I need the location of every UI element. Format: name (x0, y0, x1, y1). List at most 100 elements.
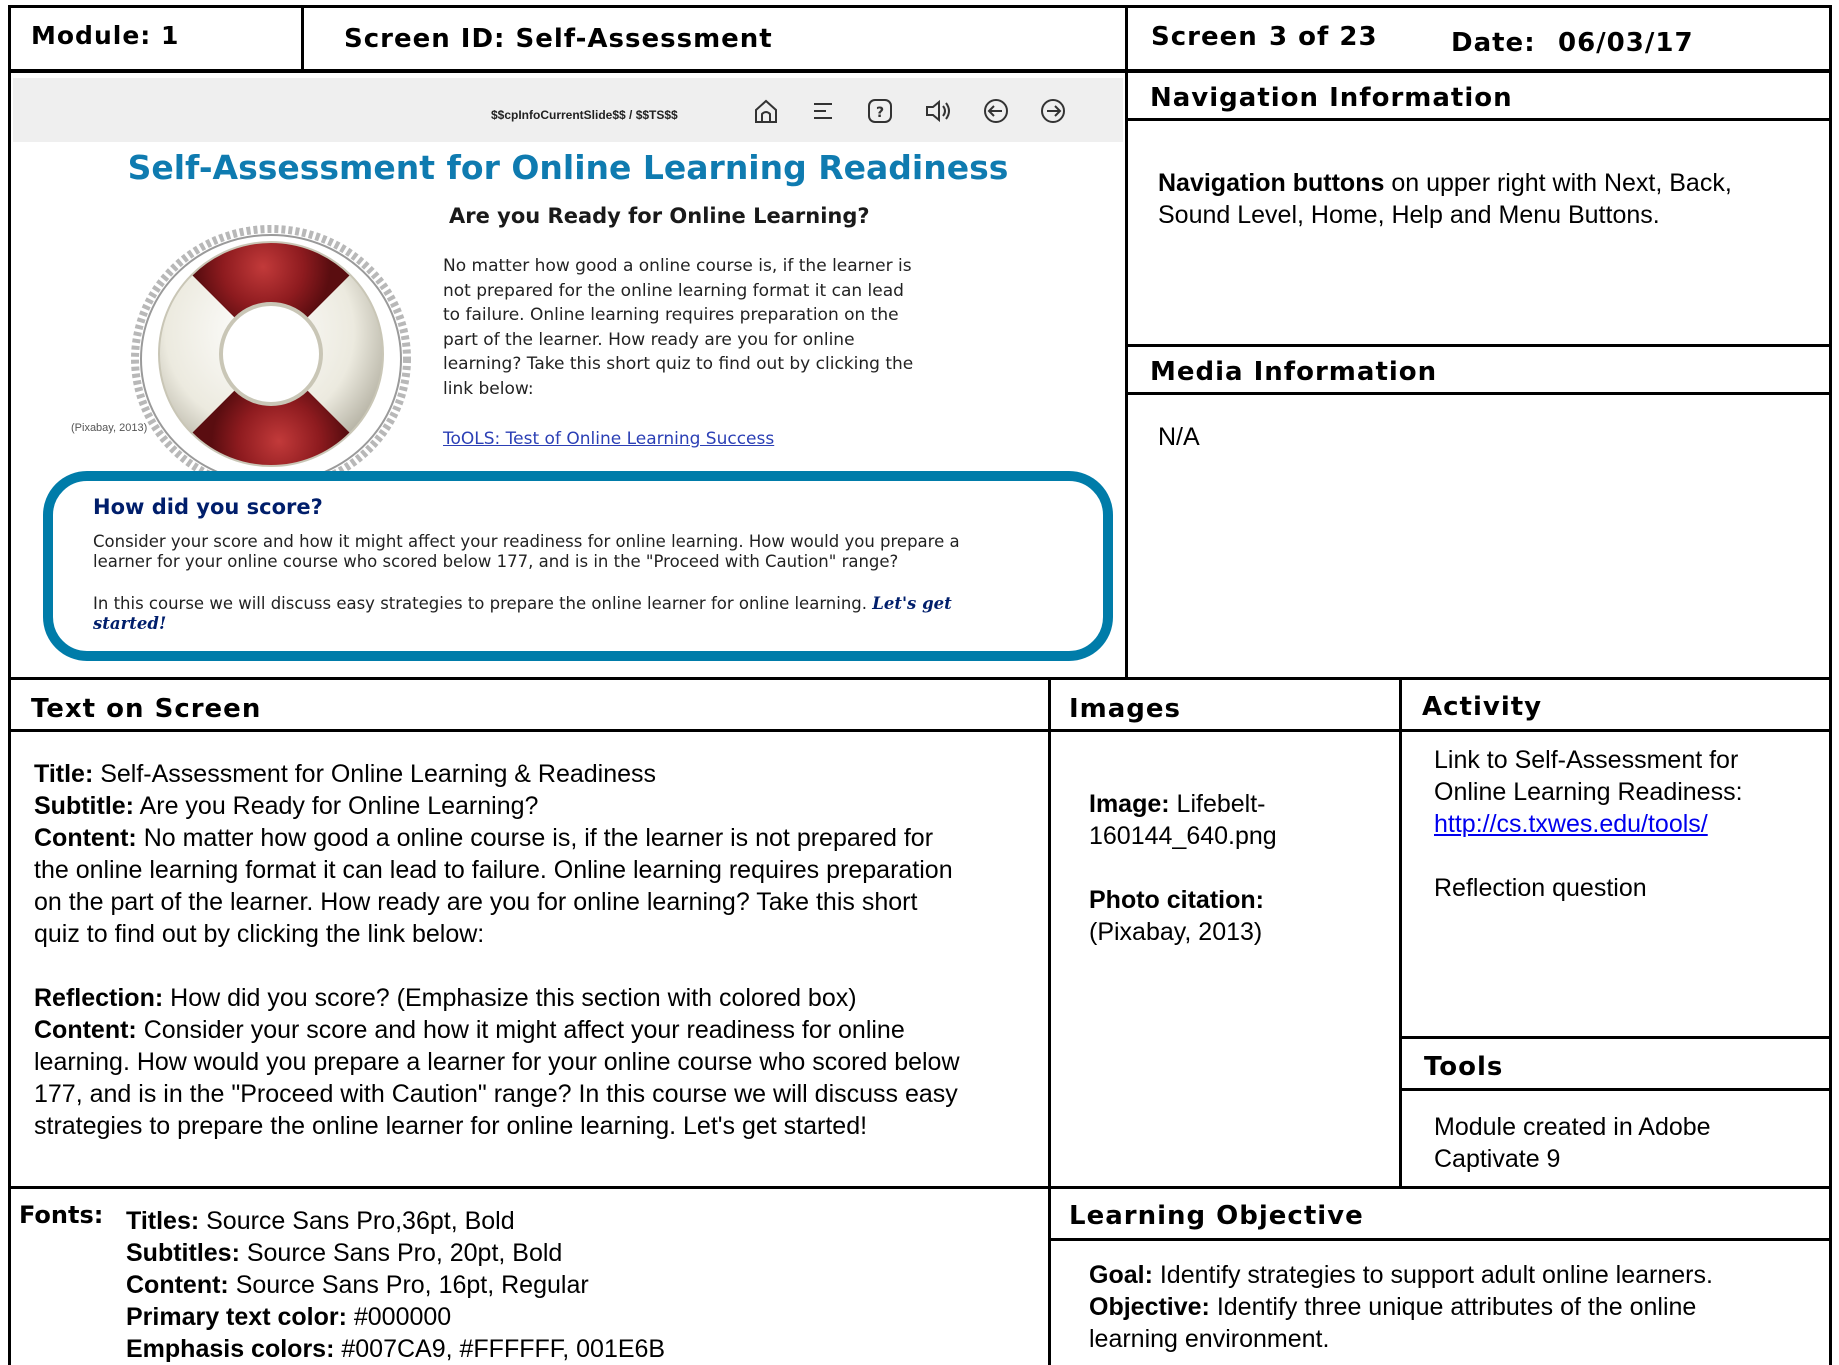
images-content: Image: Lifebelt- 160144_640.png Photo ci… (1089, 788, 1389, 948)
lifebelt-image (131, 225, 411, 493)
photo-citation-value: (Pixabay, 2013) (1089, 918, 1263, 946)
slide-subtitle: Are you Ready for Online Learning? (449, 204, 870, 228)
goal-value: Identify strategies to support adult onl… (1152, 1261, 1713, 1289)
tos-content2-line: learning. How would you prepare a learne… (34, 1048, 960, 1076)
fonts-cell: Fonts: Titles: Source Sans Pro,36pt, Bol… (8, 1186, 1051, 1365)
slide-counter: $$cpInfoCurrentSlide$$ / $$TS$$ (491, 108, 678, 122)
navigation-body-cell: Navigation buttons on upper right with N… (1125, 118, 1832, 354)
font-row-label: Emphasis colors: (126, 1335, 335, 1363)
tos-content-line: quiz to find out by clicking the link be… (34, 920, 485, 948)
activity-title-cell: Activity (1399, 677, 1832, 732)
started-emphasis: started! (93, 614, 167, 633)
screen-label: Screen (1151, 22, 1258, 52)
slide-paragraph-line: No matter how good a online course is, i… (443, 256, 912, 276)
back-icon[interactable] (981, 96, 1011, 126)
tools-title-cell: Tools (1399, 1036, 1832, 1091)
tos-content2-line: Consider your score and how it might aff… (136, 1016, 905, 1044)
sound-icon[interactable] (923, 96, 953, 126)
tos-subtitle-label: Subtitle: (34, 792, 134, 820)
tos-content2-line: strategies to prepare the online learner… (34, 1112, 868, 1140)
image-label: Image: (1089, 790, 1170, 818)
tools-title: Tools (1424, 1052, 1504, 1082)
tos-content-line: the online learning format it can lead t… (34, 856, 953, 884)
slide-toolbar: $$cpInfoCurrentSlide$$ / $$TS$$ ? (13, 78, 1123, 142)
fonts-label: Fonts: (19, 1201, 104, 1229)
font-row-value: Source Sans Pro, 20pt, Bold (239, 1239, 563, 1267)
images-title: Images (1069, 694, 1182, 724)
activity-line: Online Learning Readiness: (1434, 778, 1743, 806)
activity-line: Link to Self-Assessment for (1434, 746, 1739, 774)
tos-content2-label: Content: (34, 1016, 137, 1044)
slide-preview: $$cpInfoCurrentSlide$$ / $$TS$$ ? Self-A… (13, 78, 1123, 672)
navigation-text: Navigation buttons on upper right with N… (1158, 167, 1808, 231)
images-title-cell: Images (1048, 677, 1402, 732)
tos-content-label: Content: (34, 824, 137, 852)
slide-paragraph-line: not prepared for the online learning for… (443, 280, 904, 301)
tools-quiz-link[interactable]: ToOLS: Test of Online Learning Success (443, 429, 774, 449)
font-row-label: Primary text color: (126, 1303, 347, 1331)
tos-content-line: No matter how good a online course is, i… (136, 824, 934, 852)
svg-text:?: ? (876, 105, 884, 121)
activity-content: Link to Self-Assessment for Online Learn… (1434, 744, 1824, 904)
screen-number: 3 of 23 (1269, 22, 1378, 52)
next-icon[interactable] (1038, 96, 1068, 126)
font-row-value: Source Sans Pro, 16pt, Regular (228, 1271, 589, 1299)
text-on-screen-content: Title: Self-Assessment for Online Learni… (34, 758, 1044, 1142)
tos-title-value: Self-Assessment for Online Learning & Re… (93, 760, 657, 788)
tos-content2-line: 177, and is in the "Proceed with Caution… (34, 1080, 958, 1108)
home-icon[interactable] (751, 96, 781, 126)
objective-label: Objective: (1089, 1293, 1210, 1321)
font-row-value: #000000 (346, 1303, 452, 1331)
navigation-title: Navigation Information (1150, 83, 1513, 113)
learning-objective-title: Learning Objective (1069, 1201, 1364, 1231)
media-title-cell: Media Information (1125, 344, 1832, 395)
tos-subtitle-value: Are you Ready for Online Learning? (134, 792, 539, 820)
tools-url-link[interactable]: http://cs.txwes.edu/tools/ (1434, 810, 1708, 838)
menu-icon[interactable] (808, 96, 838, 126)
media-body-cell: N/A (1125, 392, 1832, 680)
tos-title-label: Title: (34, 760, 94, 788)
reflection-line: learner for your online course who score… (93, 552, 899, 571)
tools-content: Module created in Adobe Captivate 9 (1434, 1111, 1824, 1175)
navigation-text-2: Sound Level, Home, Help and Menu Buttons… (1158, 201, 1660, 229)
tos-reflection-value: How did you score? (Emphasize this secti… (163, 984, 857, 1012)
objective-value: Identify three unique attributes of the … (1209, 1293, 1697, 1321)
screen-id-label: Screen ID: Self-Assessment (344, 24, 773, 54)
font-row-label: Content: (126, 1271, 229, 1299)
activity-title: Activity (1422, 692, 1543, 722)
goal-label: Goal: (1089, 1261, 1153, 1289)
image-value-2: 160144_640.png (1089, 822, 1277, 850)
text-on-screen-body-cell: Title: Self-Assessment for Online Learni… (8, 729, 1051, 1189)
reflection-paragraph-1: Consider your score and how it might aff… (93, 532, 1093, 572)
screen-id-cell: Screen ID: Self-Assessment (301, 5, 1128, 72)
learning-objective-content: Goal: Identify strategies to support adu… (1089, 1259, 1819, 1355)
navigation-title-cell: Navigation Information (1125, 70, 1832, 121)
learning-objective-body-cell: Goal: Identify strategies to support adu… (1048, 1238, 1832, 1365)
font-row-value: #007CA9, #FFFFFF, 001E6B (334, 1335, 666, 1363)
tos-content-line: on the part of the learner. How ready ar… (34, 888, 918, 916)
slide-title: Self-Assessment for Online Learning Read… (127, 148, 1009, 187)
help-icon[interactable]: ? (865, 96, 895, 126)
reflection-title: How did you score? (93, 495, 323, 519)
screen-date-cell: Screen 3 of 23 Date: 06/03/17 (1125, 5, 1832, 72)
activity-body-cell: Link to Self-Assessment for Online Learn… (1399, 729, 1832, 1039)
reflection-line: Consider your score and how it might aff… (93, 532, 960, 551)
navigation-bold: Navigation buttons (1158, 169, 1385, 197)
objective-value-2: learning environment. (1089, 1325, 1330, 1353)
date-value: 06/03/17 (1558, 28, 1694, 58)
module-label: Module: 1 (31, 21, 180, 50)
reflection-box: How did you score? Consider your score a… (43, 471, 1113, 661)
images-body-cell: Image: Lifebelt- 160144_640.png Photo ci… (1048, 729, 1402, 1189)
lets-get-started-emphasis: Let's get (872, 594, 952, 613)
slide-paragraph: No matter how good a online course is, i… (443, 254, 973, 401)
tools-line: Module created in Adobe (1434, 1113, 1711, 1141)
tools-line: Captivate 9 (1434, 1145, 1561, 1173)
media-title: Media Information (1150, 357, 1438, 387)
reflection-text: In this course we will discuss easy stra… (93, 594, 868, 613)
text-on-screen-title-cell: Text on Screen (8, 677, 1051, 732)
font-row-value: Source Sans Pro,36pt, Bold (199, 1207, 515, 1235)
slide-paragraph-line: learning? Take this short quiz to find o… (443, 354, 914, 374)
image-value: Lifebelt- (1169, 790, 1266, 818)
photo-citation-label: Photo citation: (1089, 886, 1264, 914)
navigation-text-1: on upper right with Next, Back, (1384, 169, 1732, 197)
